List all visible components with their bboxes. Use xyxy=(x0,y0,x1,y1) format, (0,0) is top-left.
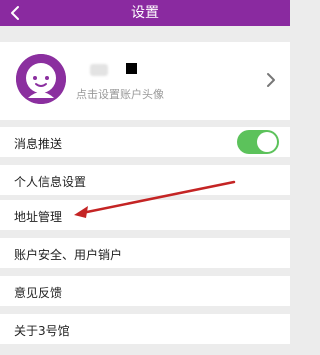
setting-label: 关于3号馆 xyxy=(14,324,70,338)
setting-label: 消息推送 xyxy=(14,137,63,151)
profile-card[interactable]: 点击设置账户头像 xyxy=(0,42,290,120)
avatar-icon[interactable] xyxy=(16,54,66,104)
page-title: 设置 xyxy=(131,5,159,21)
top-bar: 设置 xyxy=(0,0,290,26)
username-placeholder xyxy=(90,64,108,76)
message-push-toggle[interactable] xyxy=(237,130,279,154)
setting-label: 意见反馈 xyxy=(14,286,63,300)
setting-row-message-push[interactable]: 消息推送 xyxy=(0,127,290,157)
setting-row-feedback[interactable]: 意见反馈 xyxy=(0,276,290,306)
profile-hint: 点击设置账户头像 xyxy=(76,88,164,101)
toggle-knob xyxy=(257,132,277,152)
setting-row-personal-info[interactable]: 个人信息设置 xyxy=(0,165,290,195)
setting-label: 账户安全、用户销户 xyxy=(14,248,123,262)
setting-label: 个人信息设置 xyxy=(14,175,87,189)
setting-row-about[interactable]: 关于3号馆 xyxy=(0,314,290,344)
setting-label: 地址管理 xyxy=(14,210,63,224)
chevron-right-icon[interactable] xyxy=(266,72,276,88)
setting-row-account-security[interactable]: 账户安全、用户销户 xyxy=(0,238,290,268)
username-redacted xyxy=(126,63,137,74)
setting-row-address-management[interactable]: 地址管理 xyxy=(0,200,290,230)
